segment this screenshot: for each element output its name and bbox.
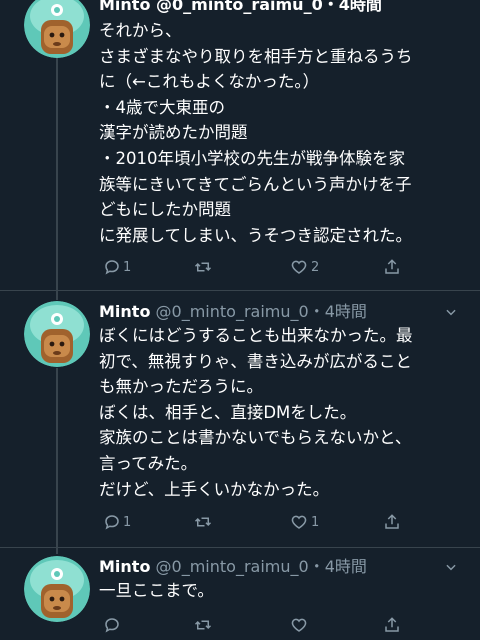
share-icon: [385, 617, 399, 632]
chevron-down-icon[interactable]: [444, 560, 458, 574]
tweet-3[interactable]: Minto @0_minto_raimu_0・4時間 一旦ここまで。: [0, 548, 480, 640]
share-button[interactable]: [383, 614, 401, 636]
reply-icon: [105, 260, 119, 275]
like-button[interactable]: [289, 614, 309, 636]
tweet-actions: 1 1: [99, 511, 419, 533]
tweet-line: も無かっただろうに。: [99, 377, 264, 397]
display-name[interactable]: Minto: [99, 302, 150, 321]
timestamp[interactable]: ・4時間: [309, 302, 367, 321]
tweet-line: ぼくは、相手と、直接DMをした。: [99, 402, 357, 422]
tweet-line: ぼくにはどうすることも出来なかった。最: [99, 326, 413, 345]
like-button[interactable]: 1: [289, 511, 319, 533]
tweet-header: Minto @0_minto_raimu_0・4時間: [99, 303, 367, 321]
tweet-line: ・4歳で大東亜の: [99, 97, 225, 117]
tweet-line: 一旦ここまで。: [99, 581, 214, 600]
tweet-header: Minto @0_minto_raimu_0・4時間: [99, 0, 382, 14]
tweet-1[interactable]: Minto @0_minto_raimu_0・4時間 それから、 さまざまなやり…: [0, 0, 480, 290]
like-button[interactable]: 2: [289, 256, 319, 278]
avatar[interactable]: [24, 556, 90, 622]
reply-icon: [105, 515, 119, 530]
tweet-actions: [99, 614, 419, 636]
retweet-icon: [194, 262, 212, 272]
tweet-line: 初で、無視すりゃ、書き込みが広がること: [99, 351, 412, 371]
tweet-line: 漢字が読めたか問題: [99, 123, 248, 143]
tweet-actions: 1 2: [99, 256, 419, 278]
handle[interactable]: @0_minto_raimu_0: [156, 557, 309, 576]
avatar[interactable]: [24, 0, 90, 58]
share-button[interactable]: [383, 511, 401, 533]
like-count: 1: [311, 514, 320, 530]
tweet-line: 言ってみた。: [99, 453, 198, 473]
retweet-icon: [194, 620, 212, 630]
retweet-button[interactable]: [193, 614, 213, 636]
retweet-icon: [194, 517, 212, 527]
share-icon: [385, 259, 399, 274]
tweet-text: 一旦ここまで。: [99, 578, 459, 604]
reply-icon: [105, 618, 119, 633]
chevron-down-icon[interactable]: [444, 305, 458, 319]
tweet-line: それから、: [99, 21, 182, 40]
avatar[interactable]: [24, 301, 90, 367]
display-name[interactable]: Minto: [99, 557, 150, 576]
like-icon: [291, 515, 307, 529]
like-icon: [291, 618, 307, 632]
tweet-line: ・2010年頃小学校の先生が戦争体験を家: [99, 148, 405, 168]
retweet-button[interactable]: [193, 511, 215, 533]
reply-button[interactable]: 1: [103, 511, 131, 533]
share-icon: [385, 514, 399, 529]
tweet-line: どもにしたか問題: [99, 200, 231, 220]
reply-button[interactable]: [103, 614, 121, 636]
handle[interactable]: @0_minto_raimu_0: [156, 302, 309, 321]
tweet-2[interactable]: Minto @0_minto_raimu_0・4時間 ぼくにはどうすることも出来…: [0, 291, 480, 547]
tweet-line: 家族のことは書かないでもらえないかと、: [99, 428, 412, 448]
tweet-header: Minto @0_minto_raimu_0・4時間: [99, 558, 367, 576]
tweet-line: 族等にきいてきてごらんという声かけを子: [99, 174, 412, 194]
share-button[interactable]: [383, 256, 401, 278]
reply-button[interactable]: 1: [103, 256, 131, 278]
like-icon: [291, 260, 307, 274]
tweet-line: さまざまなやり取りを相手方と重ねるうち: [99, 46, 413, 66]
tweet-line: に発展してしまい、うそつき認定された。: [99, 225, 413, 245]
like-count: 2: [311, 259, 320, 275]
tweet-line: だけど、上手くいかなかった。: [99, 479, 330, 499]
tweet-text: それから、 さまざまなやり取りを相手方と重ねるうち に（←これもよくなかった。）…: [99, 18, 459, 248]
tweet-text: ぼくにはどうすることも出来なかった。最 初で、無視すりゃ、書き込みが広がること …: [99, 323, 459, 502]
tweet-header-text: Minto @0_minto_raimu_0・4時間: [99, 0, 382, 14]
reply-count: 1: [123, 259, 132, 275]
timestamp[interactable]: ・4時間: [309, 557, 367, 576]
tweet-line: に（←これもよくなかった。）: [99, 72, 320, 92]
reply-count: 1: [123, 514, 132, 530]
retweet-button[interactable]: [193, 256, 215, 278]
